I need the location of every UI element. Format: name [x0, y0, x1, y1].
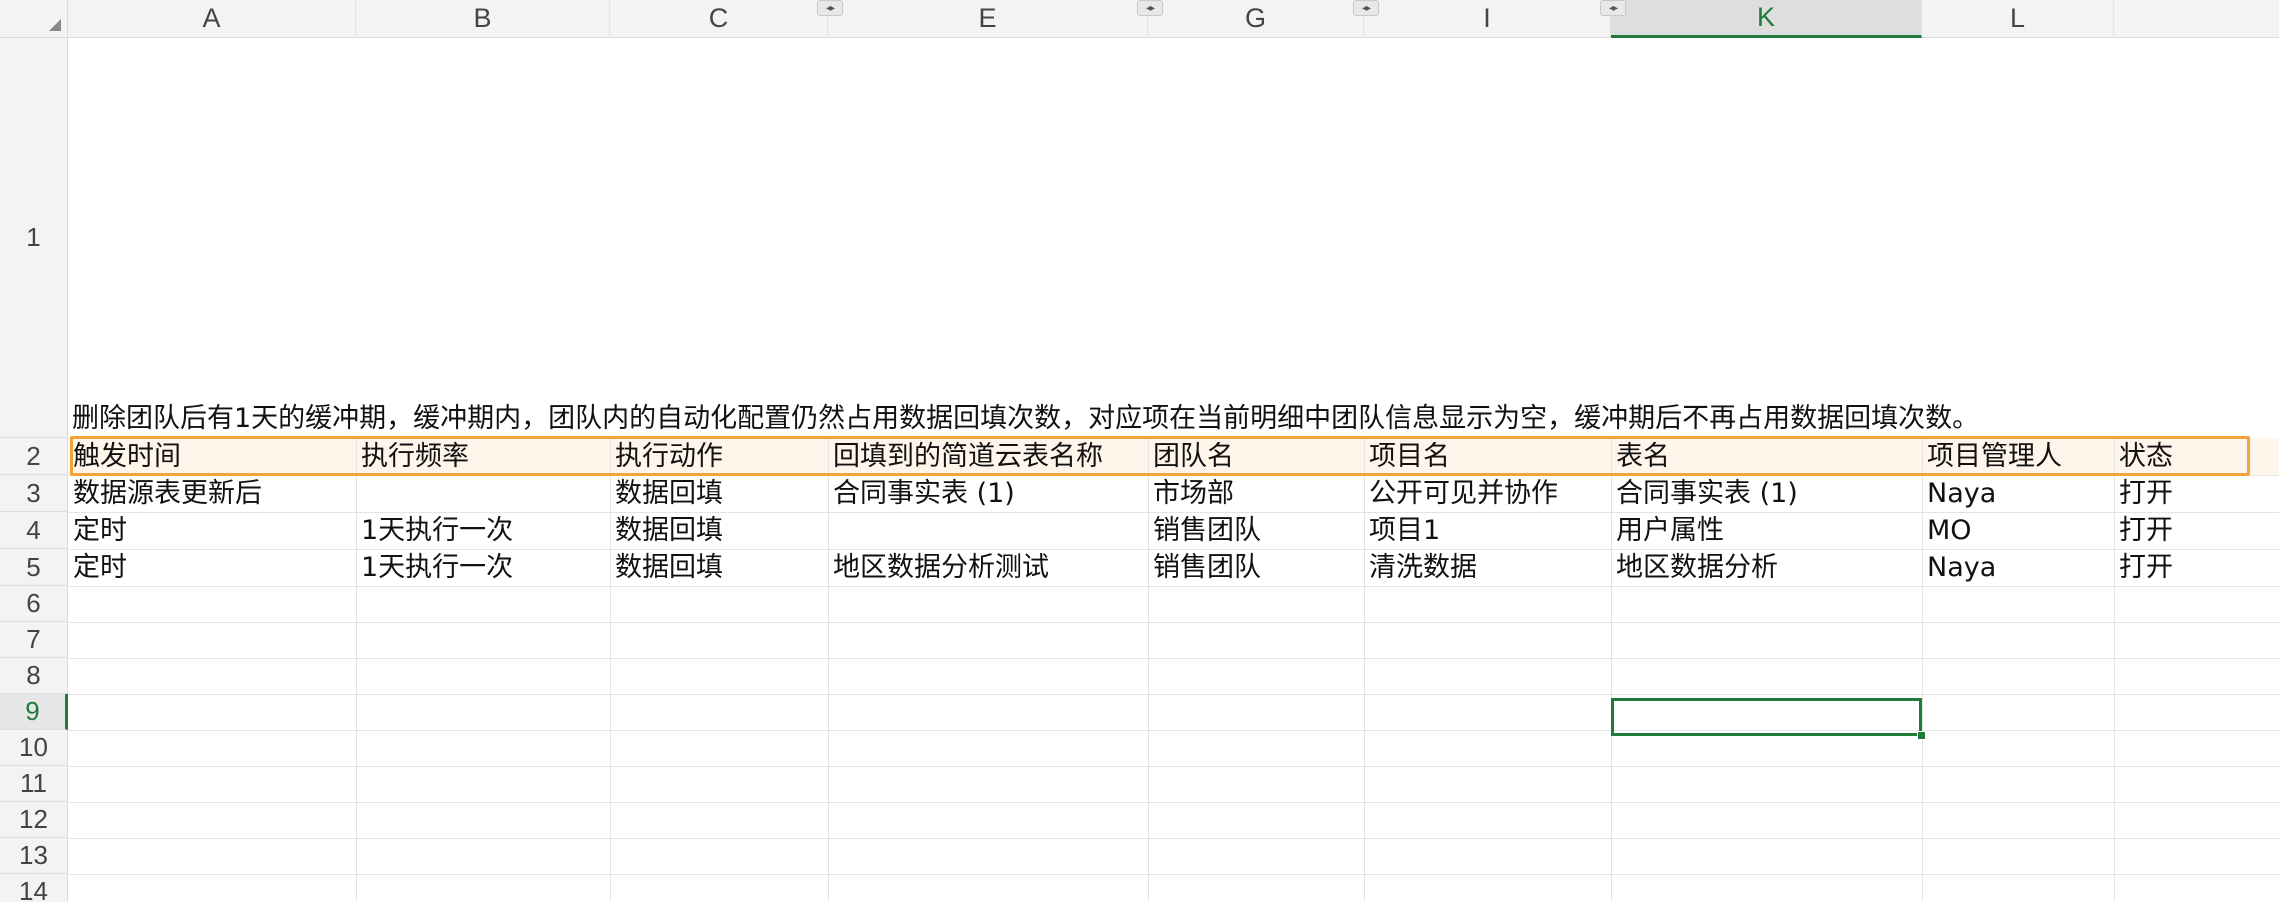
row-header-6[interactable]: 6 [0, 586, 68, 622]
grid-line [68, 622, 2279, 623]
table-cell[interactable]: 打开 [2114, 512, 2173, 549]
hidden-column-j-icon[interactable]: ◂▸ [1600, 0, 1626, 16]
fill-handle[interactable] [1917, 731, 1926, 740]
table-cell[interactable]: 数据回填 [610, 512, 723, 549]
grid-line [68, 730, 2279, 731]
table-cell[interactable]: 打开 [2114, 549, 2173, 586]
table-cell[interactable]: 数据源表更新后 [68, 475, 262, 512]
hidden-column-d-icon[interactable]: ◂▸ [817, 0, 843, 16]
table-cell[interactable]: Naya [1922, 549, 1996, 586]
hidden-column-h-icon[interactable]: ◂▸ [1353, 0, 1379, 16]
table-cell[interactable]: 销售团队 [1148, 549, 1261, 586]
hidden-column-f-icon[interactable]: ◂▸ [1137, 0, 1163, 16]
table-cell[interactable]: 合同事实表 (1) [828, 475, 1015, 512]
grid-line [68, 694, 2279, 695]
header-row-highlight [70, 436, 2250, 476]
row-header-13[interactable]: 13 [0, 838, 68, 874]
table-cell[interactable]: 合同事实表 (1) [1611, 475, 1798, 512]
table-cell[interactable]: 数据回填 [610, 549, 723, 586]
row-header-2[interactable]: 2 [0, 438, 68, 475]
table-cell[interactable]: 定时 [68, 512, 127, 549]
column-header-k[interactable]: K [1611, 0, 1922, 38]
row-header-8[interactable]: 8 [0, 658, 68, 694]
grid-line [68, 874, 2279, 875]
table-cell[interactable]: 清洗数据 [1364, 549, 1477, 586]
column-header-g[interactable]: G [1148, 0, 1364, 38]
row-header-14[interactable]: 14 [0, 874, 68, 902]
row-header-12[interactable]: 12 [0, 802, 68, 838]
table-cell[interactable]: 地区数据分析 [1611, 549, 1778, 586]
row-header-3[interactable]: 3 [0, 475, 68, 512]
column-header-e[interactable]: E [828, 0, 1148, 38]
table-cell[interactable]: 市场部 [1148, 475, 1234, 512]
row-header-10[interactable]: 10 [0, 730, 68, 766]
table-cell[interactable]: 定时 [68, 549, 127, 586]
table-cell[interactable]: 公开可见并协作 [1364, 475, 1558, 512]
table-cell[interactable]: Naya [1922, 475, 1996, 512]
select-all-corner[interactable] [0, 0, 68, 38]
row-header-7[interactable]: 7 [0, 622, 68, 658]
row-header-9[interactable]: 9 [0, 694, 68, 730]
row-header-5[interactable]: 5 [0, 549, 68, 586]
row-header-11[interactable]: 11 [0, 766, 68, 802]
active-cell-k9[interactable] [1611, 698, 1922, 736]
column-header-empty[interactable] [2114, 0, 2279, 38]
grid-line [68, 586, 2279, 587]
row-header-4[interactable]: 4 [0, 512, 68, 549]
table-cell[interactable] [828, 512, 833, 549]
grid-line [68, 766, 2279, 767]
spreadsheet-grid[interactable]: A B C E G I K L ◂▸ ◂▸ ◂▸ ◂▸ 1 2 3 4 5 6 … [0, 0, 2279, 902]
grid-line [68, 658, 2279, 659]
table-cell[interactable]: 销售团队 [1148, 512, 1261, 549]
table-cell[interactable]: 项目1 [1364, 512, 1440, 549]
column-header-i[interactable]: I [1364, 0, 1611, 38]
column-header-l[interactable]: L [1922, 0, 2114, 38]
table-cell[interactable]: 1天执行一次 [356, 512, 513, 549]
column-header-c[interactable]: C [610, 0, 828, 38]
select-all-triangle-icon [49, 19, 61, 31]
column-header-a[interactable]: A [68, 0, 356, 38]
table-cell[interactable]: 地区数据分析测试 [828, 549, 1049, 586]
table-cell[interactable]: 用户属性 [1611, 512, 1724, 549]
grid-line [68, 802, 2279, 803]
grid-line [68, 838, 2279, 839]
column-header-b[interactable]: B [356, 0, 610, 38]
table-cell[interactable] [356, 475, 361, 512]
row-header-1[interactable]: 1 [0, 38, 68, 438]
table-cell[interactable]: 打开 [2114, 475, 2173, 512]
note-cell-a1[interactable]: 删除团队后有1天的缓冲期，缓冲期内，团队内的自动化配置仍然占用数据回填次数，对应… [72, 400, 1979, 438]
table-cell[interactable]: 数据回填 [610, 475, 723, 512]
table-cell[interactable]: MO [1922, 512, 1972, 549]
table-cell[interactable]: 1天执行一次 [356, 549, 513, 586]
